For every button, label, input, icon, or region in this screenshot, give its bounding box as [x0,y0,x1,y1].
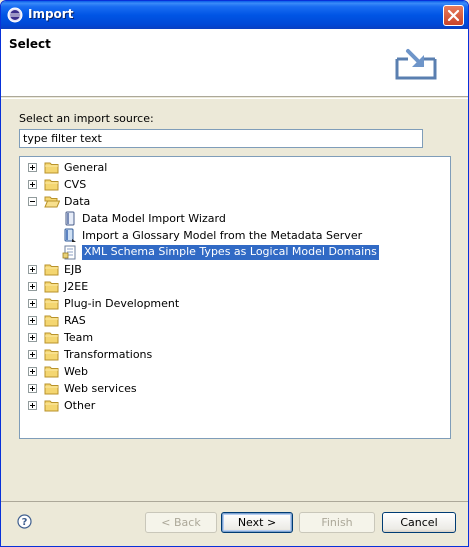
tree-item-label: Transformations [64,348,153,361]
tree-category[interactable]: General [20,159,450,176]
back-button[interactable]: < Back [145,512,217,533]
tree-item-label: Data [64,195,91,208]
folder-icon [44,398,60,413]
expand-icon[interactable] [28,384,37,393]
tree-wizard-item[interactable]: Import a Glossary Model from the Metadat… [20,227,450,244]
window-title: Import [28,7,74,21]
cancel-button[interactable]: Cancel [382,512,456,533]
wizard-banner: Select [1,29,468,97]
folder-icon [44,262,60,277]
tree-category[interactable]: Transformations [20,346,450,363]
folder-icon [44,330,60,345]
tree-item-label: CVS [64,178,87,191]
folder-icon [44,160,60,175]
tree-category[interactable]: EJB [20,261,450,278]
page-title: Select [9,37,51,51]
tree-category[interactable]: Web [20,363,450,380]
tree-item-label: RAS [64,314,86,327]
collapse-icon[interactable] [28,197,37,206]
folder-icon [44,177,60,192]
import-source-label: Select an import source: [19,112,154,125]
folder-open-icon [44,194,61,209]
import-wizard-icon [395,49,437,80]
tree-category[interactable]: Web services [20,380,450,397]
glossary-icon [62,228,78,243]
svg-text:?: ? [22,517,28,528]
expand-icon[interactable] [28,180,37,189]
eclipse-app-icon [7,7,23,23]
finish-button[interactable]: Finish [299,512,375,533]
tree-item-label: Web services [64,382,137,395]
tree-item-label: Other [64,399,96,412]
folder-icon [44,296,60,311]
tree-category[interactable]: J2EE [20,278,450,295]
xml-schema-icon [62,245,78,260]
close-icon [447,9,460,22]
folder-icon [44,347,60,362]
folder-icon [44,381,60,396]
expand-icon[interactable] [28,316,37,325]
filter-input[interactable] [19,129,423,148]
close-button[interactable] [443,5,464,26]
tree-category[interactable]: Team [20,329,450,346]
expand-icon[interactable] [28,401,37,410]
expand-icon[interactable] [28,350,37,359]
tree-category[interactable]: CVS [20,176,450,193]
expand-icon[interactable] [28,367,37,376]
folder-icon [44,279,60,294]
tree-item-label: General [64,161,108,174]
tree-wizard-item[interactable]: Data Model Import Wizard [20,210,450,227]
tree-item-label: Import a Glossary Model from the Metadat… [82,229,363,242]
next-button[interactable]: Next > [221,512,293,533]
import-source-tree[interactable]: General CVS Data Data Model Import Wizard Im… [19,156,451,439]
banner-separator [1,98,468,99]
tree-item-label: Data Model Import Wizard [82,212,226,225]
data-model-icon [62,211,78,226]
expand-icon[interactable] [28,163,37,172]
expand-icon[interactable] [28,282,37,291]
folder-icon [44,364,60,379]
help-icon[interactable]: ? [17,514,32,529]
tree-item-label: EJB [64,263,82,276]
folder-icon [44,313,60,328]
tree-category[interactable]: RAS [20,312,450,329]
tree-item-label: XML Schema Simple Types as Logical Model… [82,245,379,260]
import-dialog: Import Select Select an import source: G… [0,0,469,547]
tree-item-label: Plug-in Development [64,297,180,310]
button-bar-separator [1,501,468,502]
tree-category[interactable]: Other [20,397,450,414]
tree-wizard-item[interactable]: XML Schema Simple Types as Logical Model… [20,244,450,261]
tree-category[interactable]: Plug-in Development [20,295,450,312]
tree-category[interactable]: Data [20,193,450,210]
title-bar[interactable]: Import [1,1,468,29]
expand-icon[interactable] [28,333,37,342]
tree-item-label: J2EE [64,280,89,293]
tree-item-label: Web [64,365,88,378]
tree-item-label: Team [64,331,94,344]
expand-icon[interactable] [28,299,37,308]
expand-icon[interactable] [28,265,37,274]
